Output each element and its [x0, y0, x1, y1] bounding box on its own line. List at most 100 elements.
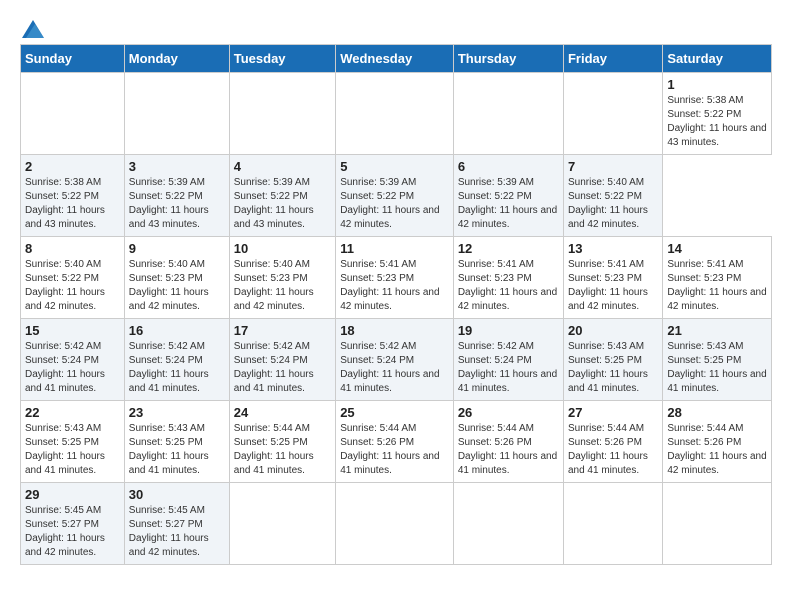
- calendar-cell: 2 Sunrise: 5:38 AM Sunset: 5:22 PM Dayli…: [21, 155, 125, 237]
- sunrise-text: Sunrise: 5:43 AM: [667, 340, 767, 354]
- sunset-text: Sunset: 5:25 PM: [667, 354, 767, 368]
- day-number: 5: [340, 159, 449, 174]
- calendar-cell: 13 Sunrise: 5:41 AM Sunset: 5:23 PM Dayl…: [563, 237, 662, 319]
- daylight-text: Daylight: 11 hours and 41 minutes.: [667, 368, 767, 396]
- calendar-cell: 6 Sunrise: 5:39 AM Sunset: 5:22 PM Dayli…: [453, 155, 563, 237]
- day-number: 25: [340, 405, 449, 420]
- sunset-text: Sunset: 5:24 PM: [129, 354, 225, 368]
- cell-info: Sunrise: 5:39 AM Sunset: 5:22 PM Dayligh…: [340, 176, 449, 232]
- day-of-week-header: Saturday: [663, 45, 772, 73]
- sunset-text: Sunset: 5:22 PM: [458, 190, 559, 204]
- day-number: 11: [340, 241, 449, 256]
- daylight-text: Daylight: 11 hours and 42 minutes.: [568, 204, 658, 232]
- sunset-text: Sunset: 5:22 PM: [667, 108, 767, 122]
- sunrise-text: Sunrise: 5:42 AM: [234, 340, 331, 354]
- day-number: 14: [667, 241, 767, 256]
- day-number: 27: [568, 405, 658, 420]
- calendar-cell: 23 Sunrise: 5:43 AM Sunset: 5:25 PM Dayl…: [124, 401, 229, 483]
- sunrise-text: Sunrise: 5:42 AM: [129, 340, 225, 354]
- daylight-text: Daylight: 11 hours and 43 minutes.: [25, 204, 120, 232]
- calendar-cell: 18 Sunrise: 5:42 AM Sunset: 5:24 PM Dayl…: [336, 319, 454, 401]
- daylight-text: Daylight: 11 hours and 41 minutes.: [458, 368, 559, 396]
- sunrise-text: Sunrise: 5:41 AM: [458, 258, 559, 272]
- cell-info: Sunrise: 5:38 AM Sunset: 5:22 PM Dayligh…: [25, 176, 120, 232]
- day-number: 13: [568, 241, 658, 256]
- day-number: 1: [667, 77, 767, 92]
- calendar-cell: 7 Sunrise: 5:40 AM Sunset: 5:22 PM Dayli…: [563, 155, 662, 237]
- cell-info: Sunrise: 5:39 AM Sunset: 5:22 PM Dayligh…: [458, 176, 559, 232]
- sunrise-text: Sunrise: 5:40 AM: [234, 258, 331, 272]
- cell-info: Sunrise: 5:41 AM Sunset: 5:23 PM Dayligh…: [568, 258, 658, 314]
- day-number: 2: [25, 159, 120, 174]
- day-number: 28: [667, 405, 767, 420]
- calendar-cell: 27 Sunrise: 5:44 AM Sunset: 5:26 PM Dayl…: [563, 401, 662, 483]
- calendar-cell: 16 Sunrise: 5:42 AM Sunset: 5:24 PM Dayl…: [124, 319, 229, 401]
- sunrise-text: Sunrise: 5:44 AM: [340, 422, 449, 436]
- daylight-text: Daylight: 11 hours and 42 minutes.: [234, 286, 331, 314]
- cell-info: Sunrise: 5:39 AM Sunset: 5:22 PM Dayligh…: [129, 176, 225, 232]
- daylight-text: Daylight: 11 hours and 42 minutes.: [340, 204, 449, 232]
- calendar-cell: [663, 483, 772, 565]
- cell-info: Sunrise: 5:43 AM Sunset: 5:25 PM Dayligh…: [25, 422, 120, 478]
- cell-info: Sunrise: 5:44 AM Sunset: 5:25 PM Dayligh…: [234, 422, 331, 478]
- daylight-text: Daylight: 11 hours and 41 minutes.: [25, 368, 120, 396]
- cell-info: Sunrise: 5:43 AM Sunset: 5:25 PM Dayligh…: [129, 422, 225, 478]
- sunset-text: Sunset: 5:26 PM: [667, 436, 767, 450]
- day-number: 30: [129, 487, 225, 502]
- sunrise-text: Sunrise: 5:43 AM: [25, 422, 120, 436]
- logo: [20, 20, 44, 34]
- day-number: 10: [234, 241, 331, 256]
- calendar-cell: [124, 73, 229, 155]
- sunset-text: Sunset: 5:23 PM: [667, 272, 767, 286]
- sunset-text: Sunset: 5:23 PM: [458, 272, 559, 286]
- sunset-text: Sunset: 5:25 PM: [129, 436, 225, 450]
- sunrise-text: Sunrise: 5:41 AM: [340, 258, 449, 272]
- sunset-text: Sunset: 5:22 PM: [25, 272, 120, 286]
- sunrise-text: Sunrise: 5:38 AM: [667, 94, 767, 108]
- day-number: 15: [25, 323, 120, 338]
- day-of-week-header: Monday: [124, 45, 229, 73]
- day-number: 9: [129, 241, 225, 256]
- sunset-text: Sunset: 5:26 PM: [458, 436, 559, 450]
- cell-info: Sunrise: 5:41 AM Sunset: 5:23 PM Dayligh…: [458, 258, 559, 314]
- daylight-text: Daylight: 11 hours and 41 minutes.: [25, 450, 120, 478]
- day-number: 6: [458, 159, 559, 174]
- sunset-text: Sunset: 5:23 PM: [234, 272, 331, 286]
- calendar-cell: 3 Sunrise: 5:39 AM Sunset: 5:22 PM Dayli…: [124, 155, 229, 237]
- daylight-text: Daylight: 11 hours and 42 minutes.: [25, 286, 120, 314]
- sunrise-text: Sunrise: 5:42 AM: [340, 340, 449, 354]
- sunset-text: Sunset: 5:24 PM: [25, 354, 120, 368]
- daylight-text: Daylight: 11 hours and 41 minutes.: [234, 450, 331, 478]
- cell-info: Sunrise: 5:44 AM Sunset: 5:26 PM Dayligh…: [667, 422, 767, 478]
- sunset-text: Sunset: 5:26 PM: [340, 436, 449, 450]
- day-number: 19: [458, 323, 559, 338]
- sunset-text: Sunset: 5:26 PM: [568, 436, 658, 450]
- calendar-cell: 10 Sunrise: 5:40 AM Sunset: 5:23 PM Dayl…: [229, 237, 335, 319]
- cell-info: Sunrise: 5:42 AM Sunset: 5:24 PM Dayligh…: [129, 340, 225, 396]
- sunrise-text: Sunrise: 5:42 AM: [458, 340, 559, 354]
- cell-info: Sunrise: 5:39 AM Sunset: 5:22 PM Dayligh…: [234, 176, 331, 232]
- sunrise-text: Sunrise: 5:44 AM: [458, 422, 559, 436]
- sunrise-text: Sunrise: 5:39 AM: [234, 176, 331, 190]
- daylight-text: Daylight: 11 hours and 43 minutes.: [129, 204, 225, 232]
- calendar-week-row: 8 Sunrise: 5:40 AM Sunset: 5:22 PM Dayli…: [21, 237, 772, 319]
- sunset-text: Sunset: 5:22 PM: [568, 190, 658, 204]
- calendar-cell: 20 Sunrise: 5:43 AM Sunset: 5:25 PM Dayl…: [563, 319, 662, 401]
- calendar-cell: 17 Sunrise: 5:42 AM Sunset: 5:24 PM Dayl…: [229, 319, 335, 401]
- day-number: 23: [129, 405, 225, 420]
- calendar-cell: 22 Sunrise: 5:43 AM Sunset: 5:25 PM Dayl…: [21, 401, 125, 483]
- daylight-text: Daylight: 11 hours and 42 minutes.: [458, 204, 559, 232]
- calendar-cell: 5 Sunrise: 5:39 AM Sunset: 5:22 PM Dayli…: [336, 155, 454, 237]
- daylight-text: Daylight: 11 hours and 42 minutes.: [25, 532, 120, 560]
- sunrise-text: Sunrise: 5:45 AM: [25, 504, 120, 518]
- calendar-cell: 19 Sunrise: 5:42 AM Sunset: 5:24 PM Dayl…: [453, 319, 563, 401]
- header: [20, 20, 772, 34]
- calendar-cell: 28 Sunrise: 5:44 AM Sunset: 5:26 PM Dayl…: [663, 401, 772, 483]
- calendar-body: 1 Sunrise: 5:38 AM Sunset: 5:22 PM Dayli…: [21, 73, 772, 565]
- calendar-cell: 21 Sunrise: 5:43 AM Sunset: 5:25 PM Dayl…: [663, 319, 772, 401]
- day-of-week-header: Thursday: [453, 45, 563, 73]
- calendar-cell: 12 Sunrise: 5:41 AM Sunset: 5:23 PM Dayl…: [453, 237, 563, 319]
- sunset-text: Sunset: 5:23 PM: [568, 272, 658, 286]
- day-number: 8: [25, 241, 120, 256]
- calendar-table: SundayMondayTuesdayWednesdayThursdayFrid…: [20, 44, 772, 565]
